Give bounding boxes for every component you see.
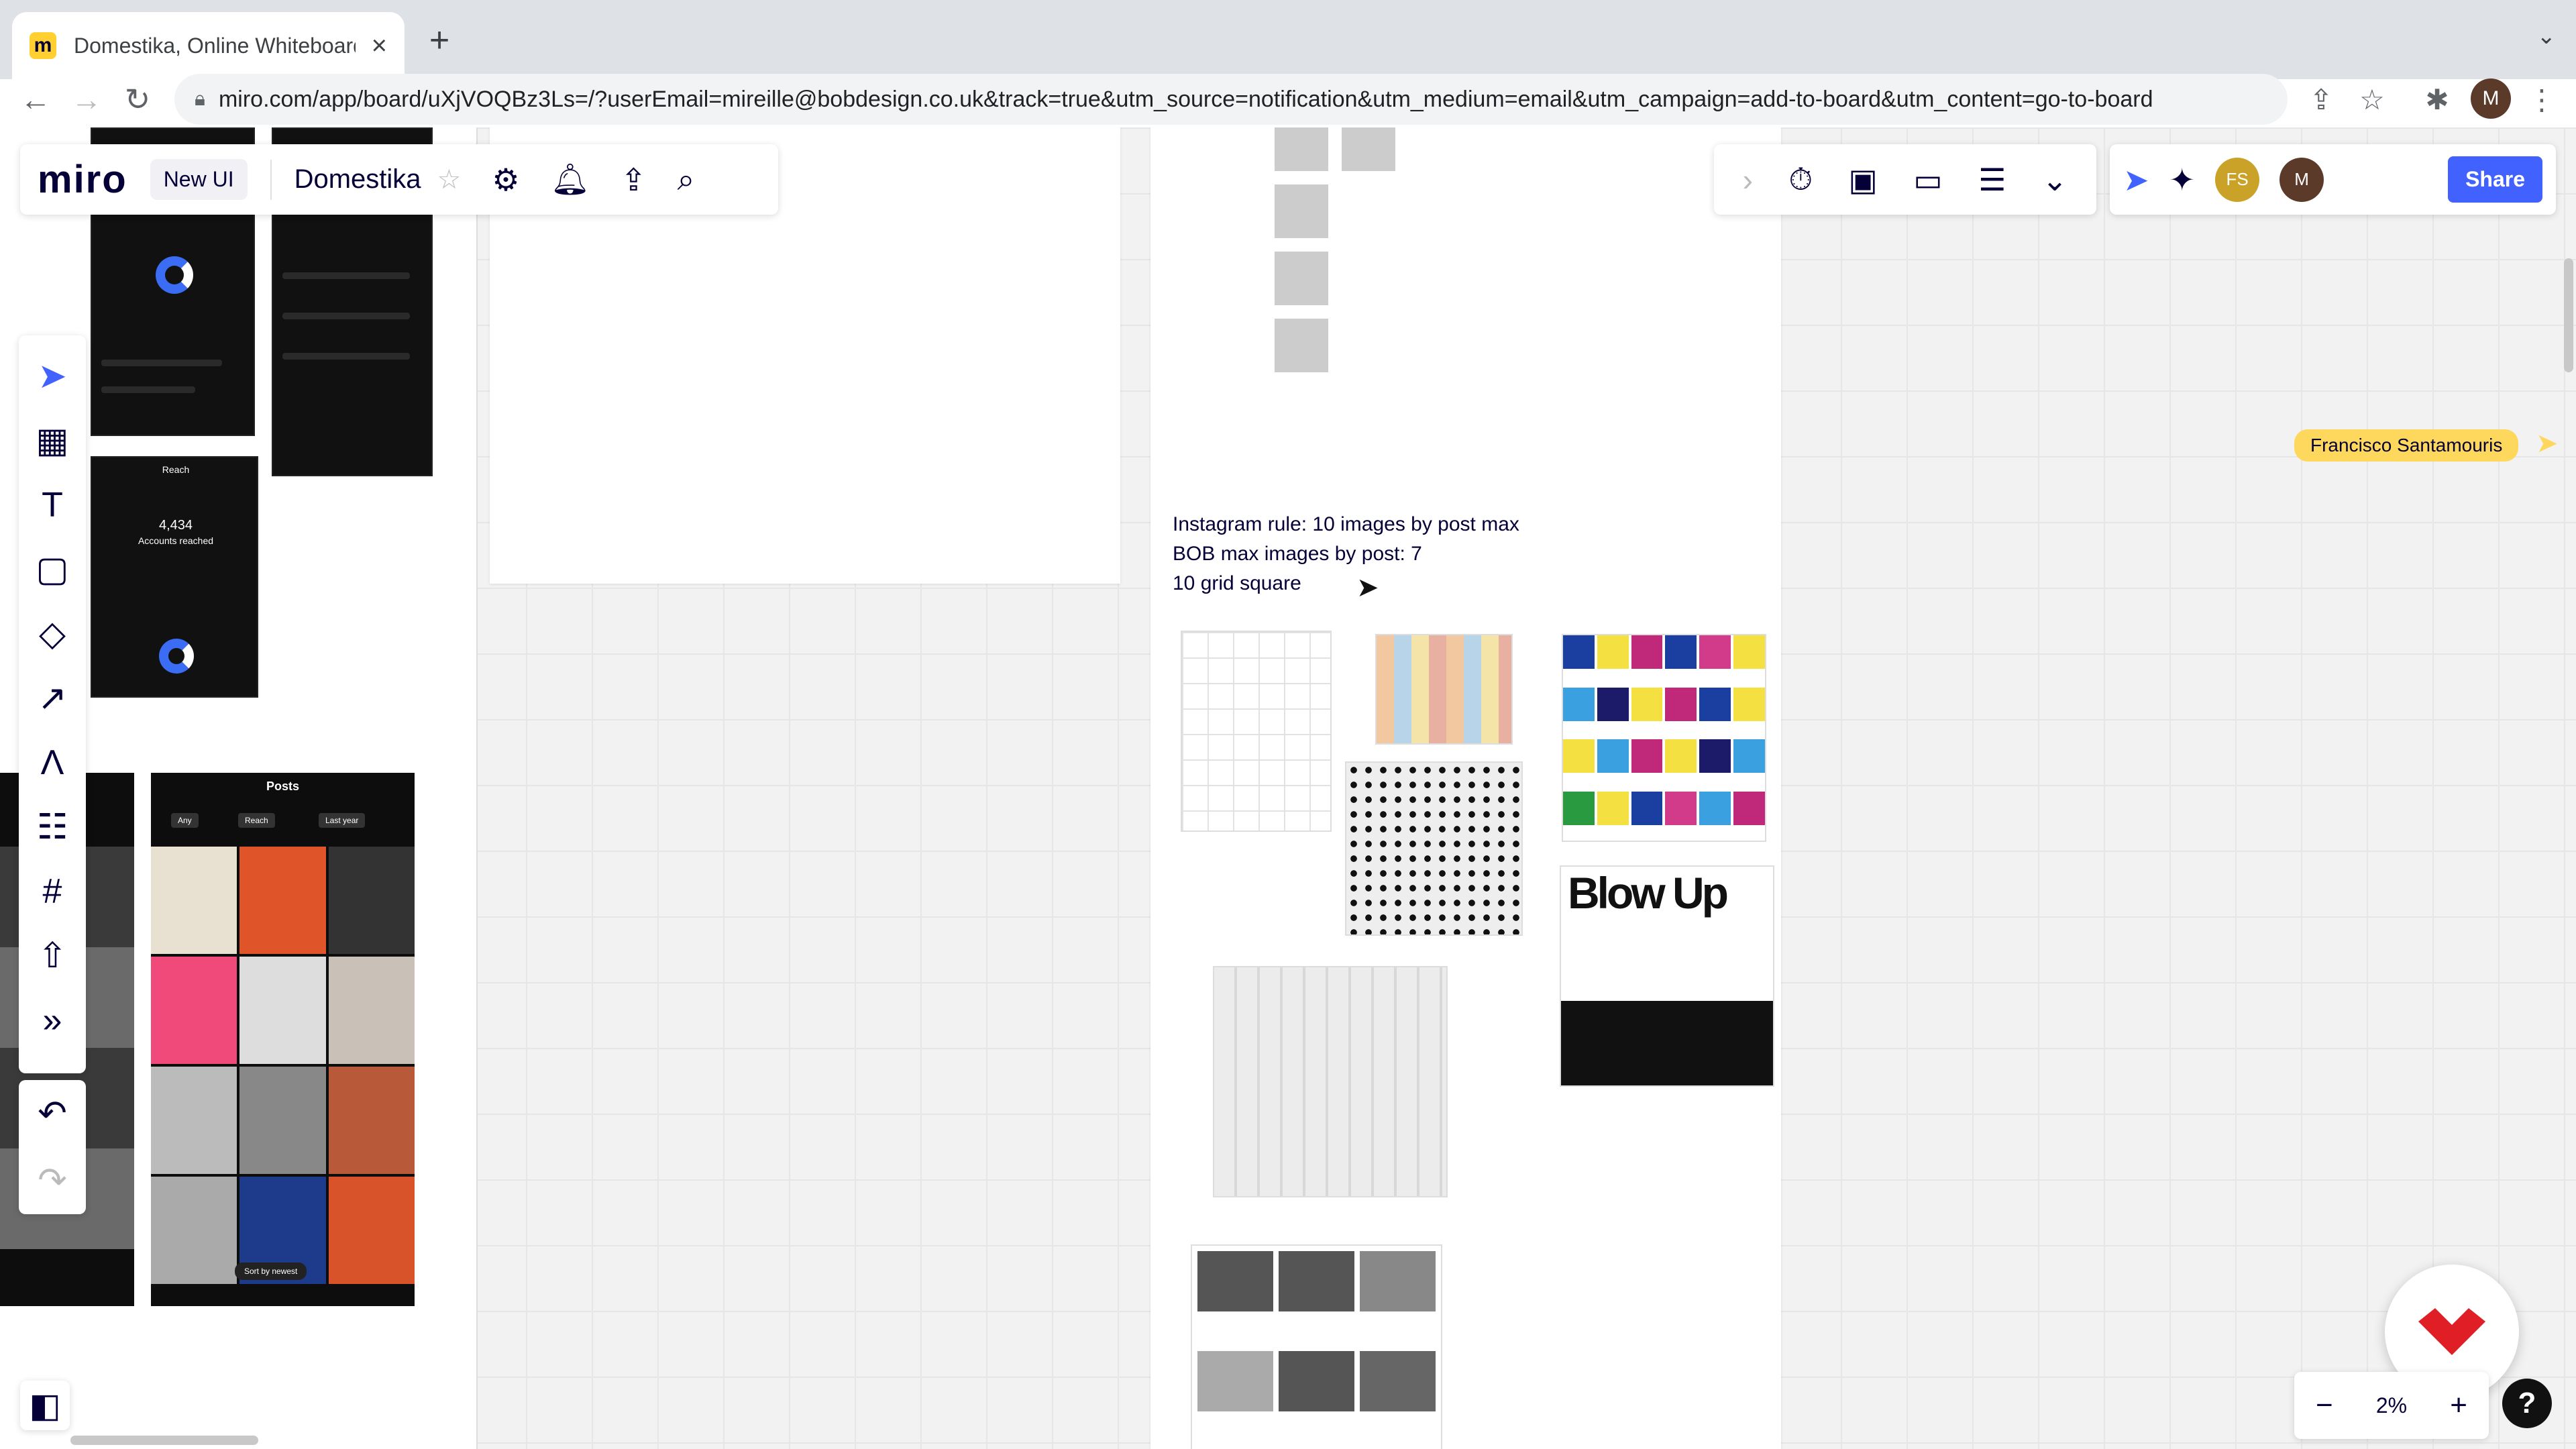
settings-gear-icon[interactable]: ⚙ [492, 162, 519, 198]
tab-search-chevron-icon[interactable]: ⌄ [2537, 23, 2557, 50]
blow-up-typography-image[interactable]: Blow Up [1560, 865, 1774, 1087]
browser-tab-bar: m Domestika, Online Whiteboard × + ⌄ [0, 0, 2576, 79]
text-tool-icon[interactable]: T [29, 484, 76, 526]
upload-icon[interactable]: ⇧ [29, 935, 76, 977]
profile-avatar[interactable]: M [2471, 78, 2511, 119]
board-canvas[interactable]: Instagram rule: 10 images by post max BO… [0, 127, 2576, 1449]
notes-icon[interactable]: ☰ [1978, 162, 2006, 198]
search-icon[interactable]: ⌕ [678, 161, 695, 199]
frame-icon[interactable]: # [29, 871, 76, 912]
collaborator-cursor-icon: ➤ [2536, 429, 2559, 458]
lock-icon: 🔒︎ [195, 88, 205, 110]
followers-ring [156, 256, 193, 294]
more-chevron-icon[interactable]: ⌄ [2042, 162, 2068, 198]
cursor-follow-icon[interactable]: ➤ [2123, 162, 2149, 198]
reach-title: Reach [162, 464, 190, 475]
tab-title: Domestika, Online Whiteboard [74, 33, 356, 58]
undo-icon[interactable]: ↶ [29, 1093, 76, 1134]
layout-blocks-image[interactable] [1191, 1244, 1442, 1449]
miro-logo[interactable]: miro [38, 157, 127, 202]
browser-tab[interactable]: m Domestika, Online Whiteboard × [12, 12, 405, 79]
new-tab-button[interactable]: + [419, 20, 460, 60]
zoom-out-icon[interactable]: − [2316, 1389, 2333, 1422]
filter-last-year: Last year [319, 813, 366, 828]
bookmark-star-icon[interactable]: ☆ [2350, 77, 2394, 121]
connection-line-icon[interactable]: ↗ [29, 678, 76, 719]
note-line-1: Instagram rule: 10 images by post max [1173, 513, 1519, 535]
posts-thumbnail-grid [151, 847, 415, 1284]
domestika-heart-icon [2418, 1308, 2485, 1355]
close-tab-icon[interactable]: × [372, 31, 387, 61]
reload-button[interactable]: ↻ [115, 77, 160, 121]
templates-icon[interactable]: ▦ [29, 420, 76, 462]
pen-icon[interactable]: Λ [29, 742, 76, 784]
new-ui-badge[interactable]: New UI [150, 159, 248, 200]
help-button[interactable]: ? [2502, 1379, 2552, 1428]
mouse-cursor-icon: ➤ [1356, 573, 1379, 602]
blow-up-text: Blow Up [1568, 868, 1729, 918]
reach-screenshot[interactable]: Reach 4,434 Accounts reached [91, 456, 258, 698]
forward-button[interactable]: → [64, 77, 109, 121]
url-text: miro.com/app/board/uXjVOQBz3Ls=/?userEma… [218, 86, 2153, 112]
collaborator-cursor-label: Francisco Santamouris [2294, 429, 2519, 462]
undo-redo-panel: ↶ ↷ [19, 1080, 86, 1214]
board-name[interactable]: Domestika [294, 164, 421, 195]
notifications-bell-icon[interactable]: 🔔︎ [551, 161, 590, 198]
color-block-grid-image[interactable] [1562, 634, 1766, 842]
avatar-me[interactable]: M [2279, 157, 2324, 202]
zoom-level[interactable]: 2% [2376, 1393, 2407, 1418]
avatar-fs[interactable]: FS [2215, 157, 2260, 202]
dot-halftone-image[interactable] [1345, 761, 1523, 936]
creation-toolbar: ➤ ▦ T ▢ ◇ ↗ Λ ☷ # ⇧ » [19, 335, 86, 1073]
zoom-in-icon[interactable]: + [2450, 1389, 2467, 1422]
collaboration-tools-panel: › ⏱ ▣ ▭ ☰ ⌄ [1714, 144, 2096, 215]
audience-ring [159, 639, 194, 674]
export-upload-icon[interactable]: ⇪ [621, 162, 647, 198]
shapes-icon[interactable]: ◇ [29, 613, 76, 655]
header-divider [270, 159, 272, 200]
star-icon[interactable]: ☆ [437, 164, 462, 195]
back-button[interactable]: ← [13, 77, 58, 121]
video-chat-icon[interactable]: ▣ [1849, 162, 1878, 198]
miro-favicon-icon: m [30, 32, 56, 59]
reach-value: 4,434 [158, 518, 193, 533]
collapse-chevron-icon[interactable]: › [1743, 162, 1753, 198]
filter-any: Any [171, 813, 199, 828]
sort-by-newest-label: Sort by newest [235, 1263, 307, 1280]
frame-divider [476, 127, 478, 1449]
reactions-icon[interactable]: ✦ [2169, 162, 2196, 198]
filter-reach: Reach [238, 813, 275, 828]
grid-paper-image[interactable] [1181, 631, 1332, 832]
redo-icon[interactable]: ↷ [29, 1160, 76, 1201]
posts-title: Posts [266, 780, 300, 793]
zoom-controls: − 2% + [2294, 1372, 2489, 1439]
colored-grid-image[interactable] [1375, 634, 1513, 745]
note-line-2: BOB max images by post: 7 [1173, 543, 1422, 565]
more-tools-icon[interactable]: » [29, 1000, 76, 1041]
share-panel: ➤ ✦ FS M Share [2110, 144, 2556, 215]
board-sidebar-toggle-icon[interactable]: ◧ [20, 1381, 70, 1430]
reach-caption: Accounts reached [138, 535, 214, 546]
vertical-scrollbar[interactable] [2564, 258, 2573, 372]
grey-swatch-grid-image[interactable] [1213, 966, 1448, 1197]
board-header-panel: miro New UI Domestika ☆ ⚙ 🔔︎ ⇪ ⌕ [20, 144, 778, 215]
horizontal-scrollbar[interactable] [70, 1436, 258, 1445]
presentation-icon[interactable]: ▭ [1913, 162, 1942, 198]
share-page-icon[interactable]: ⇪ [2299, 77, 2343, 121]
extensions-icon[interactable]: ✱ [2415, 77, 2459, 121]
sticky-note-icon[interactable]: ▢ [29, 549, 76, 590]
timer-icon[interactable]: ⏱ [1788, 161, 1813, 199]
select-tool-icon[interactable]: ➤ [29, 356, 76, 397]
address-bar[interactable]: 🔒︎ miro.com/app/board/uXjVOQBz3Ls=/?user… [174, 74, 2288, 125]
share-button[interactable]: Share [2448, 156, 2542, 203]
note-line-3: 10 grid square [1173, 572, 1301, 594]
posts-screenshot[interactable]: Posts Any Reach Last year Sort by newest [151, 773, 415, 1306]
instagram-rule-note[interactable]: Instagram rule: 10 images by post max BO… [1173, 510, 1519, 598]
grid-layout-sketch [1194, 127, 1409, 423]
comment-icon[interactable]: ☷ [29, 806, 76, 848]
browser-menu-icon[interactable]: ⋮ [2520, 77, 2564, 121]
